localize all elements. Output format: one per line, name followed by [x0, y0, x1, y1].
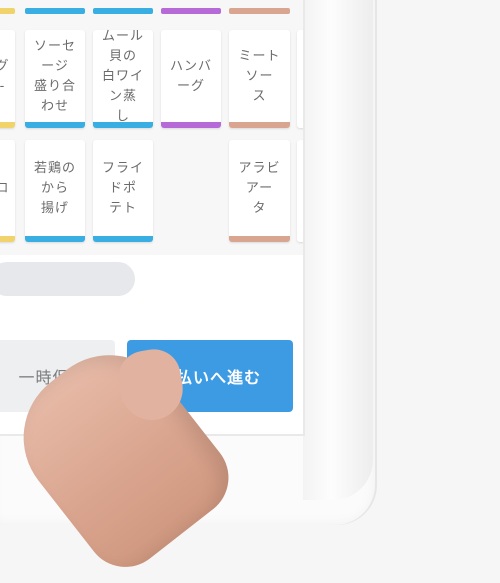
category-bar: [25, 122, 85, 128]
category-bar: [229, 122, 290, 128]
menu-item-tile-partial[interactable]: [297, 30, 303, 128]
menu-item-label: ミートソー ス: [238, 49, 281, 104]
menu-item-tile[interactable]: ソーセージ 盛り合わせ: [25, 30, 85, 128]
menu-item-label: フライドポ テト: [101, 161, 144, 216]
menu-item-label: ムール貝の 白ワイン蒸 し: [101, 29, 144, 124]
prev-row-strip: [0, 8, 15, 14]
prev-row-strip: [229, 8, 290, 14]
category-bar: [161, 122, 221, 128]
menu-item-label: ハンバーグ: [169, 59, 212, 94]
horizontal-scrollbar[interactable]: [0, 262, 135, 296]
menu-grid: グ - ソーセージ 盛り合わせ ムール貝の 白ワイン蒸 し ハンバーグ ミートソ…: [0, 0, 303, 255]
menu-item-tile-partial[interactable]: [297, 140, 303, 242]
menu-item-label: 若鶏のから 揚げ: [33, 161, 76, 216]
menu-item-tile[interactable]: ムール貝の 白ワイン蒸 し: [93, 29, 153, 128]
menu-item-label: ロ: [0, 179, 10, 199]
menu-item-tile[interactable]: アラビアー タ: [229, 140, 290, 242]
prev-row-strip: [25, 8, 85, 14]
empty-tile-slot: [161, 140, 221, 242]
category-bar: [93, 122, 153, 128]
menu-item-tile[interactable]: ミートソー ス: [229, 30, 290, 128]
tablet-frame-edge: [303, 0, 373, 500]
category-bar: [25, 236, 85, 242]
menu-item-tile[interactable]: 若鶏のから 揚げ: [25, 140, 85, 242]
prev-row-strip: [93, 8, 153, 14]
category-bar: [229, 236, 290, 242]
menu-item-label: ソーセージ 盛り合わせ: [33, 39, 76, 114]
category-bar: [0, 122, 15, 128]
menu-item-tile[interactable]: フライドポ テト: [93, 140, 153, 242]
menu-item-label: アラビアー タ: [238, 161, 281, 216]
category-bar: [0, 236, 15, 242]
menu-item-tile[interactable]: ロ: [0, 140, 15, 242]
menu-item-tile[interactable]: ハンバーグ: [161, 30, 221, 128]
menu-item-tile[interactable]: グ -: [0, 30, 15, 128]
prev-row-strip: [161, 8, 221, 14]
category-bar: [93, 236, 153, 242]
menu-item-label: グ -: [0, 59, 8, 94]
